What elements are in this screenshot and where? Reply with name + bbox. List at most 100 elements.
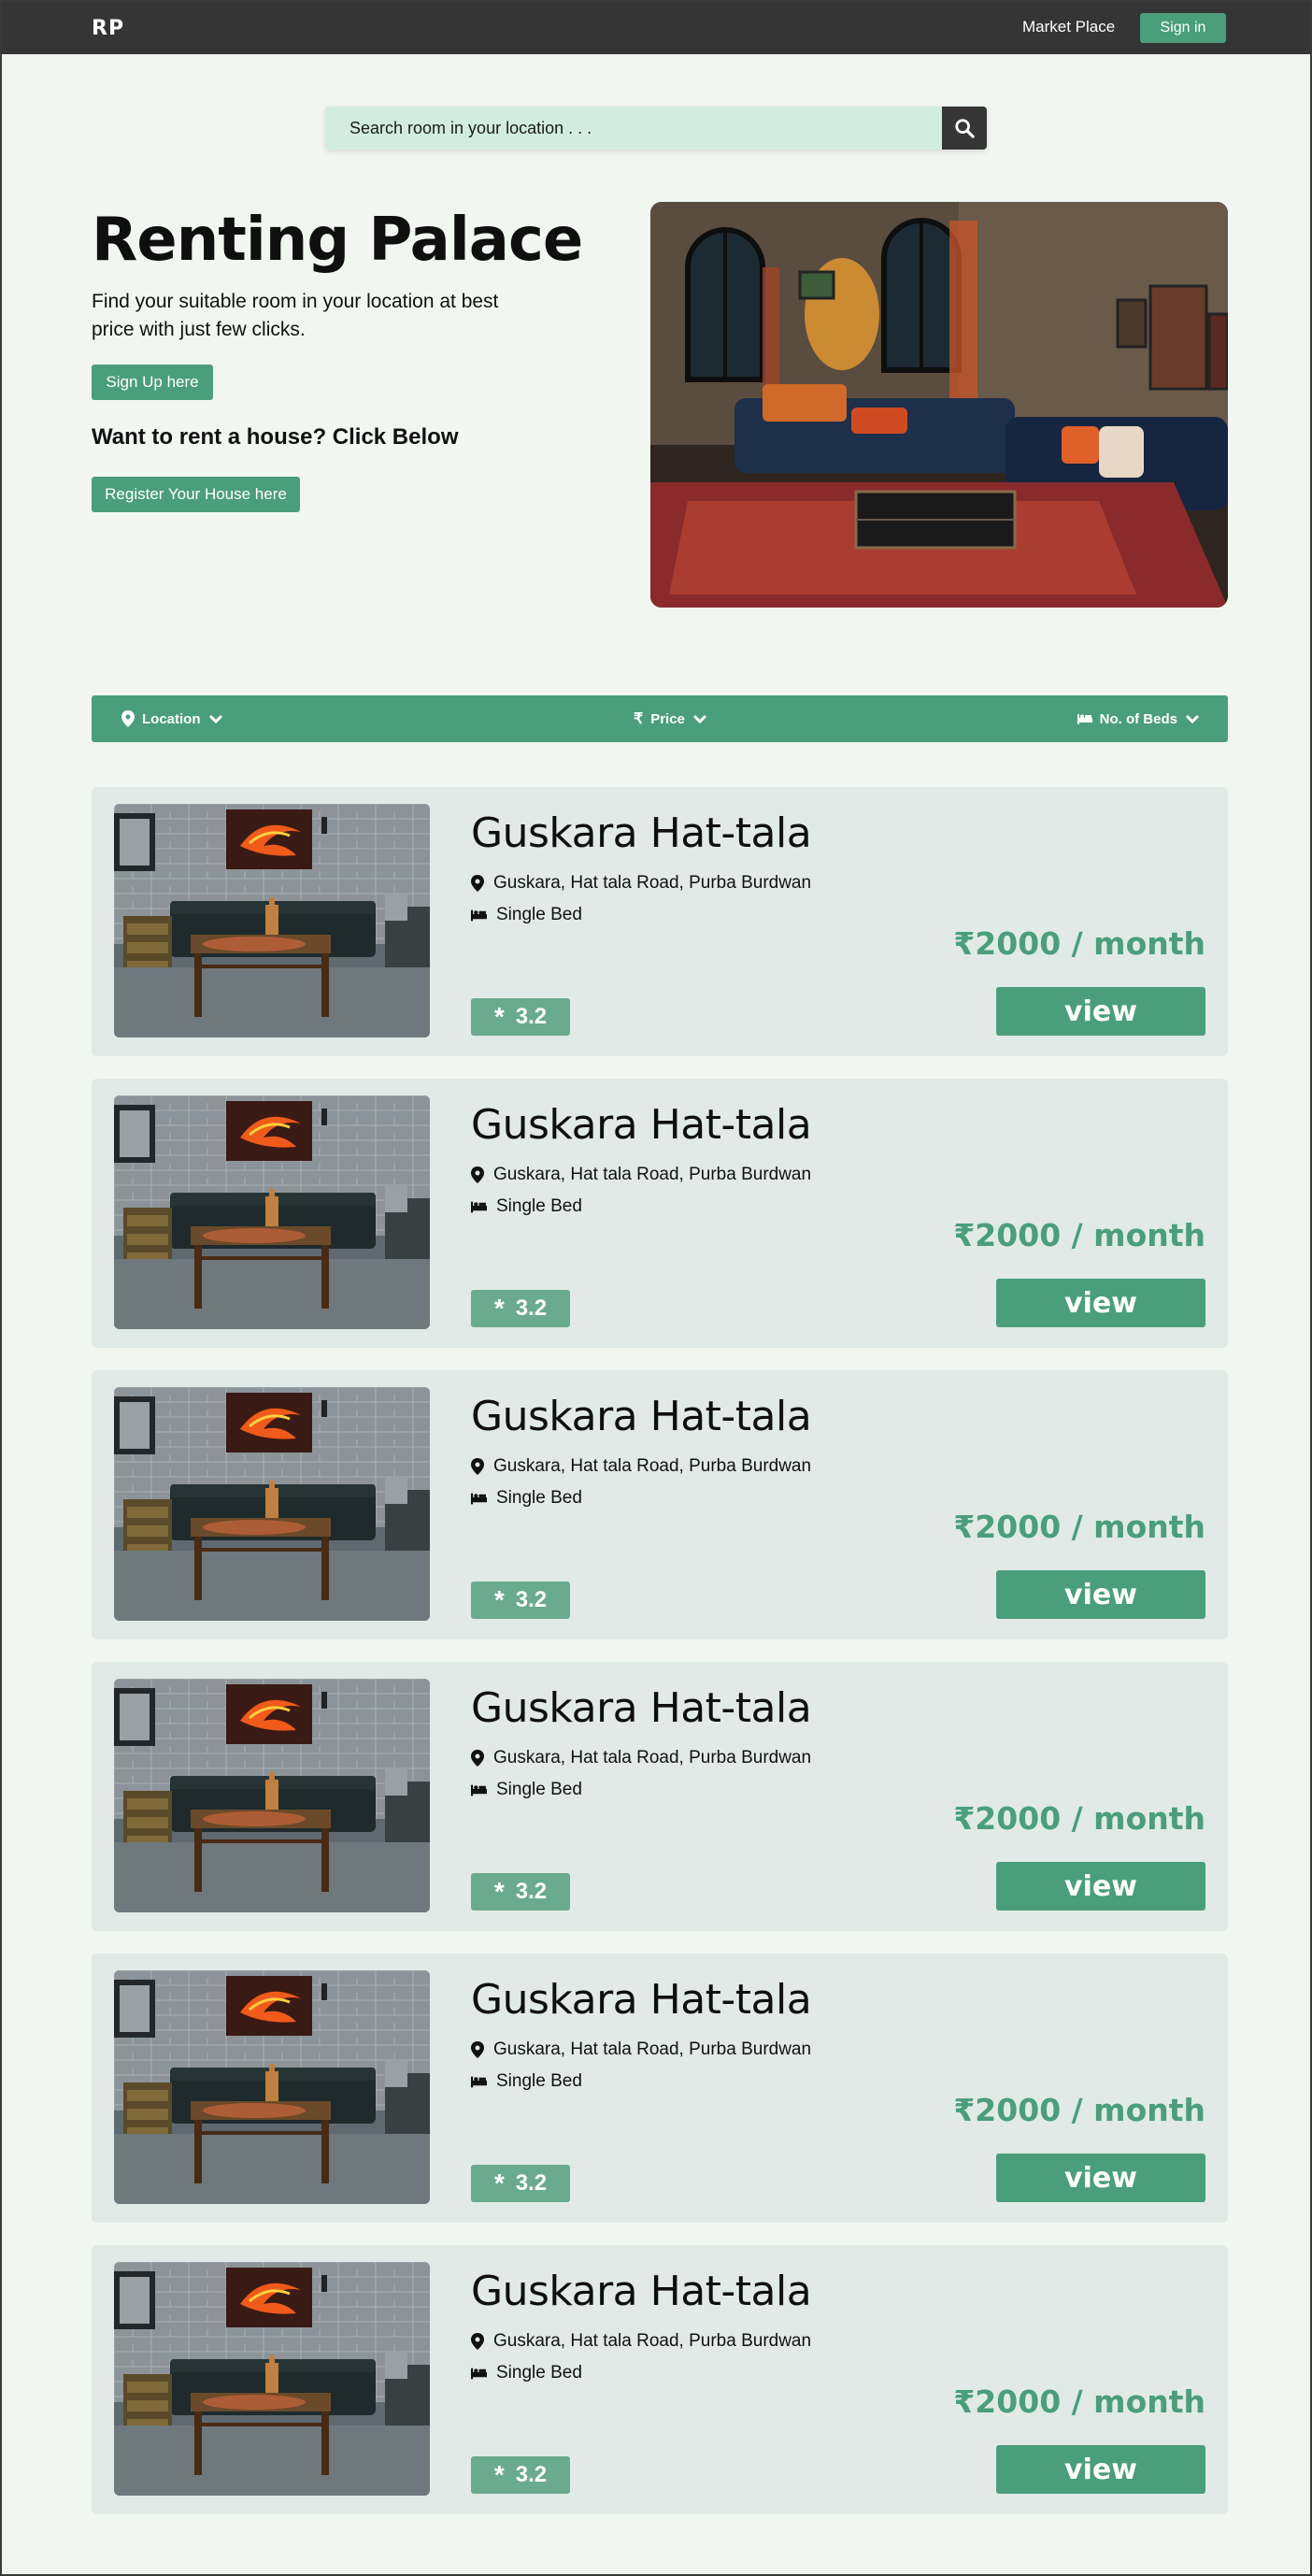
listing-rating-value: 3.2 [515, 1879, 548, 1904]
location-filter-label: Location [142, 710, 201, 727]
listing-rating: * 3.2 [471, 1581, 570, 1619]
listing-location-text: Guskara, Hat tala Road, Purba Burdwan [493, 2039, 812, 2059]
rupee-icon: ₹ [634, 711, 644, 727]
listing-title[interactable]: Guskara Hat-tala [471, 2268, 812, 2315]
listing-beds-text: Single Bed [496, 1780, 582, 1799]
listing-rating: * 3.2 [471, 2165, 570, 2202]
listing-rating-value: 3.2 [515, 1004, 548, 1029]
listing-card: Guskara Hat-tala Guskara, Hat tala Road,… [92, 787, 1228, 1056]
bed-icon [471, 2076, 487, 2088]
listing-image[interactable] [114, 804, 430, 1038]
star-icon: * [493, 2168, 505, 2197]
listing-card: Guskara Hat-tala Guskara, Hat tala Road,… [92, 1662, 1228, 1931]
location-filter[interactable]: Location [121, 695, 223, 742]
listing-title[interactable]: Guskara Hat-tala [471, 1393, 812, 1440]
hero-description: Find your suitable room in your location… [92, 291, 499, 340]
listing-card: Guskara Hat-tala Guskara, Hat tala Road,… [92, 1079, 1228, 1348]
listing-location: Guskara, Hat tala Road, Purba Burdwan [471, 2039, 811, 2060]
listing-card: Guskara Hat-tala Guskara, Hat tala Road,… [92, 1370, 1228, 1639]
search-button[interactable] [942, 107, 987, 150]
view-button[interactable]: view [996, 1279, 1205, 1327]
sign-up-button[interactable]: Sign Up here [92, 365, 213, 400]
listing-beds: Single Bed [471, 1196, 582, 1217]
listing-price: ₹2000 / month [953, 925, 1205, 962]
map-pin-icon [471, 1750, 484, 1767]
listing-beds: Single Bed [471, 1488, 582, 1509]
listing-location: Guskara, Hat tala Road, Purba Burdwan [471, 1165, 811, 1185]
star-icon: * [493, 1877, 505, 1906]
map-pin-icon [471, 1458, 484, 1475]
listing-location: Guskara, Hat tala Road, Purba Burdwan [471, 2331, 811, 2352]
search-icon [955, 119, 975, 138]
listing-price: ₹2000 / month [953, 2383, 1205, 2420]
star-icon: * [493, 1002, 505, 1031]
search-input[interactable] [325, 107, 942, 150]
listing-title[interactable]: Guskara Hat-tala [471, 1684, 812, 1732]
listing-rating-value: 3.2 [515, 1295, 548, 1321]
listing-rating-value: 3.2 [515, 2462, 548, 2487]
listing-title[interactable]: Guskara Hat-tala [471, 809, 812, 857]
listing-image[interactable] [114, 1679, 430, 1912]
listing-price: ₹2000 / month [953, 1509, 1205, 1545]
listing-rating: * 3.2 [471, 2456, 570, 2494]
bed-icon [471, 1493, 487, 1505]
beds-filter[interactable]: No. of Beds [1077, 695, 1200, 742]
listing-location: Guskara, Hat tala Road, Purba Burdwan [471, 873, 811, 894]
chevron-down-icon [692, 714, 706, 724]
map-pin-icon [471, 2041, 484, 2058]
listing-price: ₹2000 / month [953, 1800, 1205, 1837]
sign-in-button[interactable]: Sign in [1140, 13, 1226, 43]
listing-beds: Single Bed [471, 1780, 582, 1800]
market-place-link[interactable]: Market Place [1022, 18, 1115, 36]
star-icon: * [493, 2460, 505, 2489]
search-bar [325, 107, 987, 150]
listing-rating: * 3.2 [471, 1290, 570, 1327]
view-button[interactable]: view [996, 987, 1205, 1036]
listing-location-text: Guskara, Hat tala Road, Purba Burdwan [493, 1456, 812, 1476]
price-filter-label: Price [650, 710, 685, 727]
listing-price: ₹2000 / month [953, 2092, 1205, 2128]
listing-card: Guskara Hat-tala Guskara, Hat tala Road,… [92, 2245, 1228, 2514]
chevron-down-icon [1185, 714, 1200, 724]
listing-location-text: Guskara, Hat tala Road, Purba Burdwan [493, 873, 812, 893]
bed-icon [471, 1201, 487, 1213]
map-pin-icon [471, 875, 484, 892]
listing-image[interactable] [114, 1095, 430, 1329]
price-filter[interactable]: ₹ Price [634, 695, 707, 742]
navbar: RP Market Place Sign in [2, 2, 1310, 54]
listing-beds-text: Single Bed [496, 905, 582, 924]
view-button[interactable]: view [996, 2445, 1205, 2494]
listing-image[interactable] [114, 2262, 430, 2496]
listing-location-text: Guskara, Hat tala Road, Purba Burdwan [493, 1748, 812, 1767]
listing-rating-value: 3.2 [515, 2170, 548, 2196]
listing-beds-text: Single Bed [496, 1196, 582, 1216]
listing-location: Guskara, Hat tala Road, Purba Burdwan [471, 1456, 811, 1477]
listing-price: ₹2000 / month [953, 1217, 1205, 1253]
listing-title[interactable]: Guskara Hat-tala [471, 1976, 812, 2024]
listing-image[interactable] [114, 1387, 430, 1621]
listing-rating: * 3.2 [471, 998, 570, 1036]
listing-beds-text: Single Bed [496, 2071, 582, 2091]
listing-card: Guskara Hat-tala Guskara, Hat tala Road,… [92, 1953, 1228, 2223]
view-button[interactable]: view [996, 1862, 1205, 1911]
star-icon: * [493, 1294, 505, 1323]
listing-rating: * 3.2 [471, 1873, 570, 1911]
view-button[interactable]: view [996, 2154, 1205, 2202]
listing-location: Guskara, Hat tala Road, Purba Burdwan [471, 1748, 811, 1768]
view-button[interactable]: view [996, 1570, 1205, 1619]
bed-icon [1077, 714, 1092, 724]
listing-beds-text: Single Bed [496, 2363, 582, 2383]
bed-icon [471, 1784, 487, 1796]
register-house-button[interactable]: Register Your House here [92, 477, 300, 512]
listing-image[interactable] [114, 1970, 430, 2204]
listing-beds: Single Bed [471, 905, 582, 925]
star-icon: * [493, 1585, 505, 1614]
logo[interactable]: RP [92, 17, 124, 40]
listing-location-text: Guskara, Hat tala Road, Purba Burdwan [493, 2331, 812, 2351]
page-title: Renting Palace [92, 206, 583, 275]
map-pin-icon [471, 2333, 484, 2350]
rent-house-heading: Want to rent a house? Click Below [92, 424, 459, 450]
chevron-down-icon [208, 714, 222, 724]
hero-room-image [650, 202, 1228, 608]
listing-title[interactable]: Guskara Hat-tala [471, 1101, 812, 1149]
